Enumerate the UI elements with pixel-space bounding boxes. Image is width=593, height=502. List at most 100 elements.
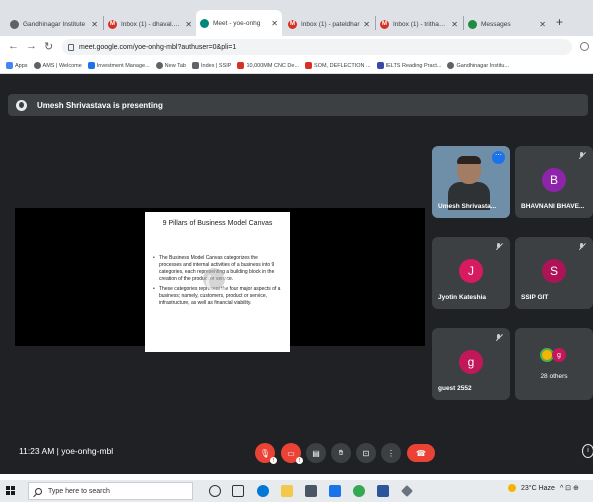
tab-label: Meet - yoe-onhg [213,19,261,27]
present-now-button[interactable]: ⊡ [356,443,376,463]
bookmarks-bar: Apps AMS | Welcome Investment Manage... … [0,58,593,74]
bookmark-label: Investment Manage... [96,62,150,69]
reload-icon[interactable]: ↻ [44,40,53,53]
lock-icon [68,43,74,51]
participant-tile-others[interactable]: g 28 others [515,328,593,400]
camera-toggle-button[interactable]: ▭ ! [281,443,303,464]
chrome-icon[interactable] [353,485,365,497]
participant-tile-jyotin[interactable]: J Jyotin Kateshia [432,237,510,309]
bookmark-cnc[interactable]: 10,000MM CNC De... [237,62,299,69]
tab-label: Inbox (1) - trithaksh [393,20,449,28]
bookmark-label: IELTS Reading Pract... [385,62,442,69]
bookmark-som[interactable]: SOM, DEFLECTION ... [305,62,371,69]
participant-name: SSIP GIT [521,294,549,301]
participant-tile-guest[interactable]: g guest 2552 [432,328,510,400]
mic-off-icon [495,334,503,342]
close-icon[interactable]: ✕ [271,19,278,28]
close-icon[interactable]: ✕ [185,20,192,29]
globe-icon [155,62,163,69]
presenting-banner: Umesh Shrivastava is presenting [8,94,588,116]
captions-icon: ▤ [312,448,320,458]
leave-call-button[interactable]: ☎︎ [407,444,435,462]
close-icon[interactable]: ✕ [451,20,458,29]
captions-button[interactable]: ▤ [306,443,326,463]
present-icon: ⊡ [362,448,370,458]
bookmark-investment[interactable]: Investment Manage... [87,62,150,69]
forward-arrow-icon[interactable]: → [26,40,37,52]
bookmark-label: New Tab [164,62,186,69]
file-explorer-icon[interactable] [281,485,293,497]
mic-toggle-button[interactable]: 🎙︎ ! [255,443,277,464]
avatar: J [459,259,483,283]
windows-start-icon[interactable] [6,486,16,496]
weather-text[interactable]: 23°C Haze [521,485,555,492]
warning-badge: ! [270,457,277,464]
tab-label: Inbox (1) - dhaval.pan [121,20,183,28]
participant-tile-ssip[interactable]: S SSIP GIT [515,237,593,309]
more-options-icon[interactable]: ⋯ [492,151,505,164]
mic-off-icon [495,243,503,251]
cortana-icon[interactable] [209,485,221,497]
taskbar-search-input[interactable]: Type here to search [28,482,193,500]
mail-icon[interactable] [329,485,341,497]
camera-off-icon: ▭ [287,448,295,458]
meet-call-area: Umesh Shrivastava is presenting 9 Pillar… [0,74,593,474]
mic-off-icon [578,152,586,160]
tab-inbox-pateldhar[interactable]: M Inbox (1) - pateldhar ✕ [284,12,374,36]
pen-icon[interactable] [401,485,413,497]
bookmark-apps[interactable]: Apps [6,62,28,69]
others-avatars: g [540,348,568,362]
bookmark-ams[interactable]: AMS | Welcome [33,62,82,69]
close-icon[interactable]: ✕ [91,20,98,29]
back-arrow-icon[interactable]: ← [8,40,19,52]
tab-label: Inbox (1) - pateldhar [301,20,360,28]
edge-icon[interactable] [257,485,269,497]
tab-label: Gandhinagar Institute [23,20,86,28]
gmail-favicon-icon: M [108,19,117,29]
youtube-icon [305,62,313,69]
tab-label: Messages [481,20,511,28]
browser-tab-strip: Gandhinagar Institute ✕ M Inbox (1) - dh… [0,0,593,36]
tab-gandhinagar[interactable]: Gandhinagar Institute ✕ [6,12,102,36]
system-tray: 23°C Haze ^ ⊡ ⊕ [508,484,579,492]
shared-screen: 9 Pillars of Business Model Canvas The B… [15,208,425,352]
close-icon[interactable]: ✕ [539,20,546,29]
tray-icons[interactable]: ^ ⊡ ⊕ [560,484,579,492]
extension-icon[interactable] [580,42,589,51]
tab-inbox-trithaksh[interactable]: M Inbox (1) - trithaksh ✕ [376,12,462,36]
store-icon[interactable] [305,485,317,497]
apps-grid-icon [6,62,13,69]
close-icon[interactable]: ✕ [363,20,370,29]
word-icon[interactable] [377,485,389,497]
bookmark-gandhinagar[interactable]: Gandhinagar Institu... [447,62,509,69]
bookmark-label: SOM, DEFLECTION ... [314,62,371,69]
gmail-favicon-icon: M [288,19,297,29]
meeting-time-and-code: 11:23 AM | yoe-onhg-mbl [19,446,114,456]
participant-name: BHAVNANI BHAVE... [521,203,585,210]
participant-video [448,156,490,210]
bookmark-label: Index | SSIP [200,62,232,69]
weather-sun-icon [508,484,516,492]
meeting-info-button[interactable]: i [582,444,593,458]
gmail-favicon-icon: M [380,19,389,29]
tab-inbox-dhaval[interactable]: M Inbox (1) - dhaval.pan ✕ [104,12,196,36]
messages-favicon-icon [468,19,477,29]
bookmark-newtab[interactable]: New Tab [155,62,186,69]
presentation-slide: 9 Pillars of Business Model Canvas The B… [145,212,290,352]
new-tab-button[interactable]: + [556,15,563,29]
address-bar[interactable]: meet.google.com/yoe-onhg-mbl?authuser=0&… [62,39,572,55]
avatar: B [542,168,566,192]
meet-favicon-icon [200,18,209,28]
task-view-icon[interactable] [232,485,244,497]
search-placeholder: Type here to search [48,487,110,495]
participant-tile-bhavnani[interactable]: B BHAVNANI BHAVE... [515,146,593,218]
tab-meet[interactable]: Meet - yoe-onhg ✕ [196,10,282,36]
more-options-button[interactable]: ⋮ [381,443,401,463]
others-count: 28 others [540,373,568,380]
raise-hand-button[interactable]: ✋︎ [331,443,351,463]
bookmark-ssip[interactable]: Index | SSIP [191,62,232,69]
tab-messages[interactable]: Messages ✕ [464,12,550,36]
bookmark-label: Apps [15,62,28,69]
bookmark-ielts[interactable]: IELTS Reading Pract... [376,62,442,69]
participant-tile-umesh[interactable]: ⋯ Umesh Shrivasta... [432,146,510,218]
